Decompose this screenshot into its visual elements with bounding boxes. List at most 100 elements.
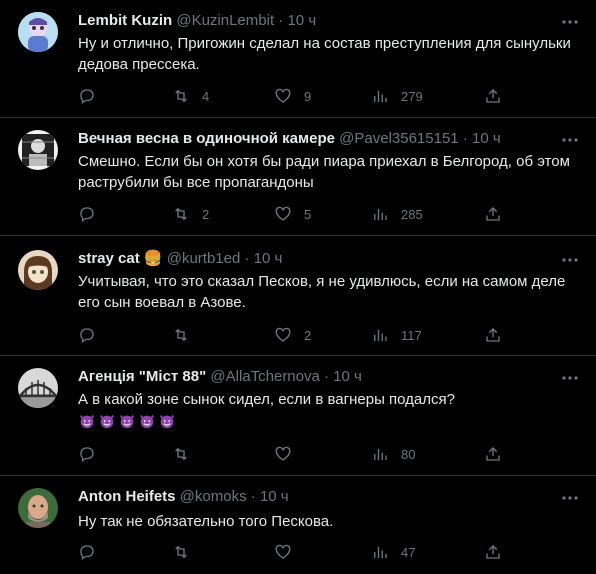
tweet-text: Учитывая, что это сказал Песков, я не уд… xyxy=(78,273,566,311)
reply-button[interactable] xyxy=(78,325,108,345)
like-button[interactable]: 9 xyxy=(274,86,311,106)
author-handle[interactable]: @kurtb1ed xyxy=(167,250,241,267)
more-icon[interactable] xyxy=(560,488,580,508)
heart-icon xyxy=(275,327,291,342)
retweet-button[interactable] xyxy=(172,542,202,562)
retweet-icon xyxy=(175,207,187,221)
heart-icon xyxy=(275,544,291,559)
tweet-feed: Lembit Kuzin @KuzinLembit · 10 ч Ну и от… xyxy=(0,0,596,574)
views-button[interactable]: 285 xyxy=(371,204,423,224)
tweet-actions: 47 xyxy=(78,542,578,562)
author-handle[interactable]: @AllaTchernova xyxy=(210,368,319,385)
share-button[interactable] xyxy=(484,86,502,106)
timestamp[interactable]: 10 ч xyxy=(254,250,283,267)
emoji-row xyxy=(78,412,578,430)
views-count: 80 xyxy=(401,446,416,462)
views-count: 117 xyxy=(401,327,422,343)
smiling-devil-emoji-icon xyxy=(139,415,155,429)
more-icon[interactable] xyxy=(560,12,580,32)
timestamp[interactable]: 10 ч xyxy=(472,130,501,147)
reply-button[interactable] xyxy=(78,86,108,106)
timestamp[interactable]: 10 ч xyxy=(287,12,316,29)
smiling-devil-emoji-icon xyxy=(159,415,175,429)
like-button[interactable] xyxy=(274,444,304,464)
author-handle[interactable]: @Pavel35615151 xyxy=(339,130,459,147)
like-button[interactable] xyxy=(274,542,304,562)
retweet-button[interactable]: 4 xyxy=(172,86,209,106)
more-icon[interactable] xyxy=(560,368,580,388)
tweet-text: А в какой зоне сынок сидел, если в вагне… xyxy=(78,389,578,430)
avatar[interactable] xyxy=(18,130,58,170)
share-button[interactable] xyxy=(484,204,502,224)
retweet-button[interactable] xyxy=(172,325,202,345)
views-icon xyxy=(374,448,387,460)
smiling-devil-emoji-icon xyxy=(119,415,135,429)
separator-dot: · xyxy=(278,12,284,29)
share-icon xyxy=(486,447,500,461)
reply-button[interactable] xyxy=(78,542,108,562)
share-button[interactable] xyxy=(484,444,502,464)
views-icon xyxy=(374,90,387,102)
avatar[interactable] xyxy=(18,250,58,290)
timestamp[interactable]: 10 ч xyxy=(260,488,289,505)
separator-dot: · xyxy=(250,488,256,505)
more-icon[interactable] xyxy=(560,130,580,150)
tweet[interactable]: Lembit Kuzin @KuzinLembit · 10 ч Ну и от… xyxy=(0,0,596,118)
share-icon xyxy=(486,207,500,221)
retweet-button[interactable]: 2 xyxy=(172,204,209,224)
tweet-text: Ну и отлично, Пригожин сделал на состав … xyxy=(78,35,571,73)
author-name[interactable]: Lembit Kuzin xyxy=(78,12,172,29)
tweet-header: Lembit Kuzin @KuzinLembit · 10 ч xyxy=(78,11,316,31)
tweet-actions: 4 9 279 xyxy=(78,86,578,106)
like-count: 5 xyxy=(304,206,312,222)
author-handle[interactable]: @komoks xyxy=(180,488,247,505)
tweet-header: Вечная весна в одиночной камере @Pavel35… xyxy=(78,129,501,149)
share-button[interactable] xyxy=(484,325,502,345)
avatar[interactable] xyxy=(18,12,58,52)
retweet-icon xyxy=(175,447,187,461)
views-button[interactable]: 80 xyxy=(371,444,415,464)
separator-dot: · xyxy=(244,250,250,267)
tweet-header: stray cat 🍔 @kurtb1ed · 10 ч xyxy=(78,249,282,269)
views-button[interactable]: 279 xyxy=(371,86,423,106)
retweet-count: 2 xyxy=(202,206,210,222)
separator-dot: · xyxy=(324,368,330,385)
tweet[interactable]: Агенція "Міст 88" @AllaTchernova · 10 ч … xyxy=(0,356,596,476)
tweet-text: Смешно. Если бы он хотя бы ради пиара пр… xyxy=(78,153,570,191)
author-name[interactable]: stray cat 🍔 xyxy=(78,250,163,267)
reply-icon xyxy=(80,328,94,344)
views-button[interactable]: 117 xyxy=(371,325,422,345)
avatar[interactable] xyxy=(18,368,58,408)
reply-icon xyxy=(80,545,94,561)
retweet-button[interactable] xyxy=(172,444,202,464)
heart-icon xyxy=(275,88,291,103)
views-count: 47 xyxy=(401,544,416,560)
views-icon xyxy=(374,546,387,558)
avatar[interactable] xyxy=(18,488,58,528)
like-button[interactable]: 2 xyxy=(274,325,311,345)
tweet[interactable]: stray cat 🍔 @kurtb1ed · 10 ч Учитывая, ч… xyxy=(0,236,596,356)
author-name[interactable]: Агенція "Міст 88" xyxy=(78,368,206,385)
like-count: 2 xyxy=(304,327,312,343)
heart-icon xyxy=(275,446,291,461)
tweet[interactable]: Anton Heifets @komoks · 10 ч Ну так не о… xyxy=(0,476,596,574)
views-count: 279 xyxy=(401,88,423,104)
author-name[interactable]: Anton Heifets xyxy=(78,488,176,505)
timestamp[interactable]: 10 ч xyxy=(333,368,362,385)
reply-button[interactable] xyxy=(78,444,108,464)
author-handle[interactable]: @KuzinLembit xyxy=(176,12,274,29)
share-button[interactable] xyxy=(484,542,502,562)
author-name[interactable]: Вечная весна в одиночной камере xyxy=(78,130,335,147)
like-button[interactable]: 5 xyxy=(274,204,311,224)
more-icon[interactable] xyxy=(560,250,580,270)
reply-button[interactable] xyxy=(78,204,108,224)
retweet-icon xyxy=(175,545,187,559)
tweet-header: Агенція "Міст 88" @AllaTchernova · 10 ч xyxy=(78,367,362,387)
retweet-icon xyxy=(175,89,187,103)
views-button[interactable]: 47 xyxy=(371,542,415,562)
tweet-text-line: А в какой зоне сынок сидел, если в вагне… xyxy=(78,391,455,408)
reply-icon xyxy=(80,89,94,105)
tweet[interactable]: Вечная весна в одиночной камере @Pavel35… xyxy=(0,118,596,236)
reply-icon xyxy=(80,447,94,463)
retweet-count: 4 xyxy=(202,88,210,104)
